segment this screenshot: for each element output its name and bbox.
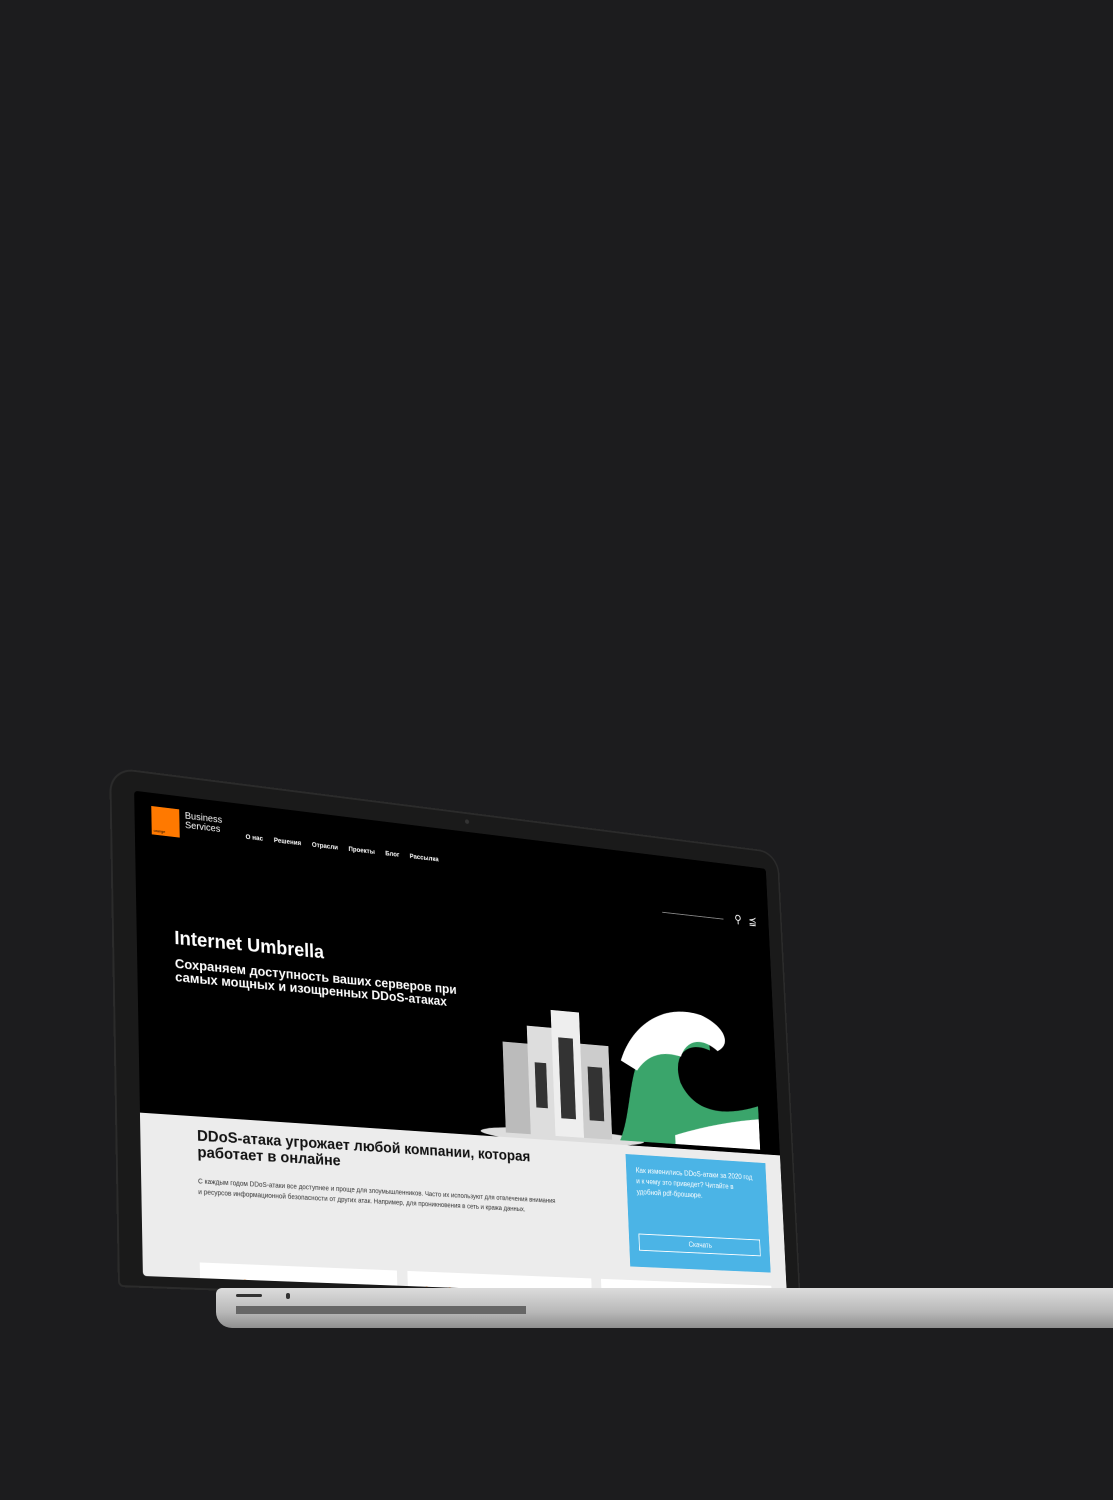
promo-text: Как изменились DDoS-атаки за 2020 год и … [635,1166,753,1200]
laptop-lid: orange Business Services О нас Решения О… [109,766,802,1312]
menu-item-solutions[interactable]: Решения [274,837,302,847]
promo-card: Как изменились DDoS-атаки за 2020 год и … [625,1154,771,1273]
speaker-grille [236,1306,526,1314]
hero-subtitle: Сохраняем доступность ваших серверов при… [174,955,457,1009]
menu-item-industries[interactable]: Отрасли [312,842,338,852]
menu-item-projects[interactable]: Проекты [348,846,375,855]
logo-text: orange [153,827,166,835]
menu-item-about[interactable]: О нас [245,834,263,843]
wave-illustration [480,1005,761,1150]
menu-item-newsletter[interactable]: Рассылка [410,854,439,864]
download-button[interactable]: Скачать [638,1233,761,1257]
orange-logo[interactable]: orange [151,805,180,838]
share-icon[interactable]: ⪳ [748,914,757,929]
brand-name: Business Services [184,811,223,835]
site-header: orange Business Services О нас Решения О… [134,791,769,928]
brand-line-2: Services [184,820,221,835]
status-light [286,1293,290,1299]
camera [464,819,470,825]
menu-item-blog[interactable]: Блог [385,851,399,859]
main-menu: О нас Решения Отрасли Проекты Блог Рассы… [245,834,438,863]
laptop-base [216,1288,1113,1328]
usb-port [236,1294,262,1297]
section-text: С каждым годом DDoS-атаки все доступнее … [197,1178,556,1214]
website-screen: orange Business Services О нас Решения О… [134,790,788,1301]
search-icon[interactable]: ⚲ [734,912,742,926]
section-title: DDoS-атака угрожает любой компании, кото… [196,1128,531,1170]
search-input[interactable] [662,911,724,920]
